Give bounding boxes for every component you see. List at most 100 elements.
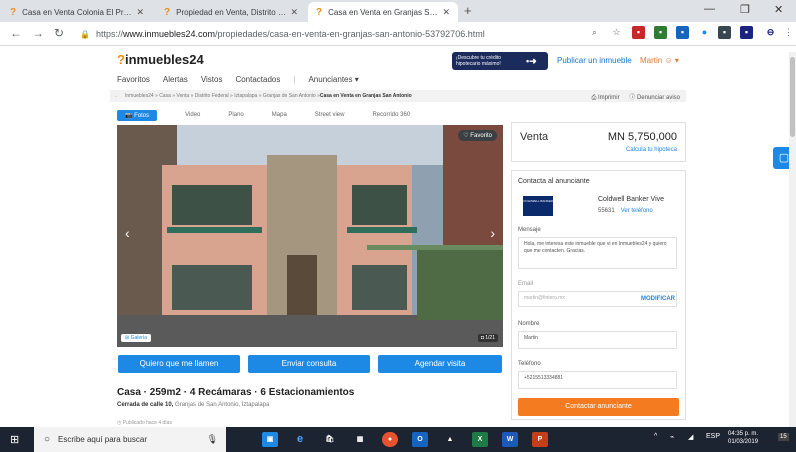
schedule-visit-button[interactable]: Agendar visita (378, 355, 502, 373)
browser-tab-1[interactable]: ? Casa en Venta Colonia El Prado · ✕ (2, 2, 152, 22)
word-icon[interactable]: W (502, 432, 518, 447)
bookmark-star-icon[interactable]: ☆ (610, 26, 623, 39)
name-field[interactable]: Martin (518, 331, 677, 349)
nav-favoritos[interactable]: Favoritos (117, 75, 150, 84)
message-field[interactable]: Hola, me interesa este inmueble que vi e… (518, 237, 677, 269)
nav-anunciantes[interactable]: Anunciantes ▾ (308, 75, 358, 84)
edge-icon[interactable]: e (292, 432, 308, 447)
minimize-button[interactable]: — (704, 3, 715, 15)
main-nav: Favoritos Alertas Vistos Contactados | A… (117, 75, 359, 84)
clock-date: 01/03/2019 (728, 439, 759, 445)
report-link[interactable]: ⓘ Denunciar aviso (629, 95, 680, 101)
modify-email-link[interactable]: MODIFICAR (641, 296, 675, 302)
tab-mapa[interactable]: Mapa (272, 112, 287, 118)
mortgage-calculator-link[interactable]: Calcula tu hipoteca (626, 147, 677, 153)
scrollbar-thumb[interactable] (790, 57, 795, 137)
gallery-label: Galería (130, 335, 147, 341)
photo-counter-text: 1/21 (485, 335, 495, 341)
page-scrollbar[interactable] (789, 52, 796, 427)
tab-title: Casa en Venta en Granjas San Ar (328, 7, 439, 17)
published-date: ◷ Publicado hace 4 días (117, 420, 172, 426)
powerpoint-icon[interactable]: P (532, 432, 548, 447)
tab-video[interactable]: Video (185, 112, 200, 118)
user-menu[interactable]: Martin ☺ ▾ (640, 56, 679, 65)
agency-logo: COLDWELL BANKER (523, 196, 553, 216)
language-indicator[interactable]: ESP (706, 433, 720, 440)
close-tab-icon[interactable]: ✕ (442, 7, 450, 18)
extension-icon[interactable]: ▪ (718, 26, 731, 39)
extension-icon[interactable]: ● (698, 26, 711, 39)
chrome-icon[interactable]: ● (382, 432, 398, 447)
phone-field[interactable]: +5215513334881 (518, 371, 677, 389)
taskbar: ⊞ ○ Escribe aquí para buscar 🎙 ▣ e 🛍 ▦ ●… (0, 427, 796, 452)
clock-time: 04:35 p. m. (728, 431, 759, 437)
nav-contactados[interactable]: Contactados (235, 75, 280, 84)
outlook-icon[interactable]: O (412, 432, 428, 447)
tab-title: Casa en Venta Colonia El Prado · (22, 7, 133, 17)
taskbar-search[interactable]: ○ Escribe aquí para buscar 🎙 (34, 427, 226, 452)
back-arrow-icon[interactable]: ← (114, 93, 119, 99)
published-text: Publicado hace 4 días (122, 420, 172, 426)
forward-arrow-icon[interactable]: → (32, 26, 44, 40)
address-bar-row: ← → ↻ 🔒 https:// www.inmuebles24.com /pr… (0, 22, 796, 46)
browser-tab-2[interactable]: ? Propiedad en Venta, Distrito Fed ✕ (156, 2, 306, 22)
network-icon[interactable]: ⌁ (670, 433, 674, 441)
browser-tabstrip: ? Casa en Venta Colonia El Prado · ✕ ? P… (0, 0, 796, 22)
extension-icon[interactable]: ▪ (632, 26, 645, 39)
new-tab-button[interactable]: + (464, 3, 472, 18)
close-tab-icon[interactable]: ✕ (136, 7, 144, 18)
photos-icon[interactable]: ▲ (442, 432, 458, 447)
print-link[interactable]: ⎙ Imprimir (591, 95, 619, 101)
breadcrumb-current: Casa en Venta en Granjas San Antonio (319, 93, 412, 99)
publish-link[interactable]: Publicar un inmueble (557, 56, 632, 65)
send-inquiry-button[interactable]: Enviar consulta (248, 355, 370, 373)
address-area: Granjas de San Antonio, Iztapalapa (173, 402, 270, 408)
site-favicon-icon: ? (164, 6, 171, 18)
zoom-icon[interactable]: ⌕ (588, 26, 601, 39)
extension-icon[interactable]: ▪ (740, 26, 753, 39)
reload-icon[interactable]: ↻ (54, 26, 64, 40)
close-window-button[interactable]: ✕ (774, 3, 783, 16)
view-phone-link[interactable]: Ver teléfono (621, 208, 653, 214)
logo-text: inmuebles24 (124, 52, 204, 67)
logo-mark-icon: ? (117, 52, 125, 67)
close-tab-icon[interactable]: ✕ (290, 7, 298, 18)
url-path: /propiedades/casa-en-venta-en-granjas-sa… (215, 29, 485, 39)
system-clock[interactable]: 04:35 p. m. 01/03/2019 (728, 430, 758, 446)
nav-alertas[interactable]: Alertas (163, 75, 188, 84)
tray-chevron-up-icon[interactable]: ^ (654, 433, 657, 440)
calendar-icon[interactable]: ▦ (352, 432, 368, 447)
volume-icon[interactable]: ◢ (688, 433, 693, 441)
maximize-button[interactable]: ❐ (740, 3, 750, 16)
excel-icon[interactable]: X (472, 432, 488, 447)
tab-fotos[interactable]: 📷 Fotos (117, 109, 158, 121)
url-field[interactable]: 🔒 https:// www.inmuebles24.com /propieda… (80, 25, 620, 43)
request-call-button[interactable]: Quiero que me llamen (118, 355, 240, 373)
store-icon[interactable]: 🛍 (322, 432, 338, 447)
tab-plano[interactable]: Plano (228, 112, 243, 118)
microphone-icon[interactable]: 🎙 (207, 434, 218, 445)
browser-tab-3-active[interactable]: ? Casa en Venta en Granjas San Ar ✕ (308, 2, 458, 22)
property-photo[interactable]: ‹ › ♡ Favorito ⊞ Galería ◘ 1/21 (117, 125, 503, 347)
profile-icon[interactable]: ⊖ (764, 26, 777, 39)
nav-vistos[interactable]: Vistos (201, 75, 223, 84)
windows-start-icon[interactable]: ⊞ (10, 433, 19, 446)
tab-recorrido-360[interactable]: Recorrido 360 (372, 112, 410, 118)
promo-text: ¡Descubre tu crédito hipotecario máximo! (456, 55, 502, 67)
tab-street-view[interactable]: Street view (315, 112, 345, 118)
contact-advertiser-button[interactable]: Contactar anunciante (518, 398, 679, 416)
task-view-icon[interactable]: ▣ (262, 432, 278, 447)
contact-heading: Contacta al anunciante (518, 178, 590, 185)
menu-dots-icon[interactable]: ⋮ (782, 26, 795, 39)
site-logo[interactable]: ?inmuebles24 (117, 52, 204, 67)
notifications-badge[interactable]: 15 (778, 433, 789, 441)
gallery-button[interactable]: ⊞ Galería (121, 334, 151, 342)
extension-icon[interactable]: ▪ (654, 26, 667, 39)
next-photo-chevron-icon[interactable]: › (490, 225, 495, 241)
prev-photo-chevron-icon[interactable]: ‹ (125, 225, 130, 241)
back-arrow-icon[interactable]: ← (10, 26, 22, 40)
extension-icon[interactable]: ▪ (676, 26, 689, 39)
favorite-button[interactable]: ♡ Favorito (458, 130, 497, 141)
breadcrumb-path[interactable]: Inmuebles24 » Casa » Venta » Distrito Fe… (125, 93, 320, 99)
credit-promo-button[interactable]: ¡Descubre tu crédito hipotecario máximo!… (452, 52, 548, 70)
